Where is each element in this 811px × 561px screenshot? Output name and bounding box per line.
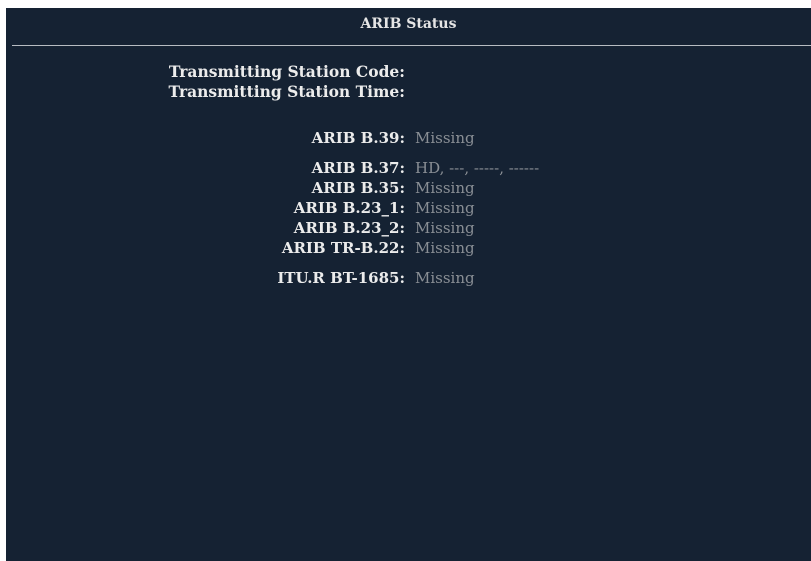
status-value: HD, ---, -----, ------ [415, 159, 540, 177]
status-row-arib-b23-2: ARIB B.23_2: Missing [6, 219, 811, 239]
title-divider [12, 45, 811, 46]
status-row-itu-r-bt1685: ITU.R BT-1685: Missing [6, 269, 811, 289]
status-label: ITU.R BT-1685: [277, 269, 405, 287]
status-label: ARIB B.35: [311, 179, 405, 197]
station-code-label: Transmitting Station Code: [168, 62, 405, 81]
status-row-arib-b37: ARIB B.37: HD, ---, -----, ------ [6, 159, 811, 179]
status-value: Missing [415, 129, 475, 147]
status-label: ARIB B.37: [311, 159, 405, 177]
status-row-arib-b35: ARIB B.35: Missing [6, 179, 811, 199]
status-value: Missing [415, 199, 475, 217]
station-time-row: Transmitting Station Time: [6, 82, 811, 102]
status-label: ARIB B.39: [311, 129, 405, 147]
status-value: Missing [415, 269, 475, 287]
status-row-arib-b39: ARIB B.39: Missing [6, 129, 811, 149]
status-value: Missing [415, 239, 475, 257]
status-label: ARIB B.23_1: [293, 199, 405, 217]
status-label: ARIB TR-B.22: [281, 239, 405, 257]
panel-title: ARIB Status [360, 16, 457, 32]
status-row-arib-tr-b22: ARIB TR-B.22: Missing [6, 239, 811, 259]
status-label: ARIB B.23_2: [293, 219, 405, 237]
station-code-row: Transmitting Station Code: [6, 62, 811, 82]
status-row-arib-b23-1: ARIB B.23_1: Missing [6, 199, 811, 219]
station-time-label: Transmitting Station Time: [168, 82, 405, 101]
arib-status-panel: ARIB Status Transmitting Station Code: T… [6, 8, 811, 561]
status-value: Missing [415, 219, 475, 237]
status-value: Missing [415, 179, 475, 197]
